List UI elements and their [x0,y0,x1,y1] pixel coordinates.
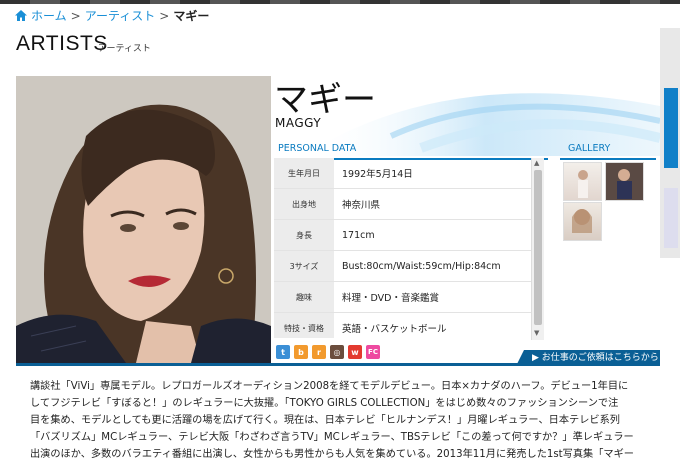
table-row: 特技・資格 英語・バスケットボール [274,313,544,338]
breadcrumb-separator: > [159,8,170,23]
breadcrumb-artist-link[interactable]: アーティスト [85,7,156,24]
table-row: 趣味 料理・DVD・音楽鑑賞 [274,282,544,313]
personal-data-heading: PERSONAL DATA [274,140,548,160]
row-value: 171cm [342,229,375,241]
rss-icon[interactable]: r [312,345,326,359]
bio-line: 目を集め、モデルとしても更に活躍の場を広げて行く。現在は、日本テレビ「ヒルナンデ… [30,415,620,426]
page-title: ARTISTS [16,32,108,55]
contact-button-label: ▶ お仕事のご依頼はこちらから [532,353,659,363]
top-bar [0,0,680,4]
artist-name-ja: マギー [274,80,376,120]
bio-line: 「バズリズム」MCレギュラー、テレビ大阪「わざわざ言うTV」MCレギュラー、TB… [30,432,634,443]
breadcrumb: ホーム > アーティスト > マギー [14,7,209,24]
instagram-icon[interactable]: ◎ [330,345,344,359]
row-value: 英語・バスケットボール [342,324,447,335]
scrollbar-thumb[interactable] [534,170,542,325]
artist-name-en: MAGGY [275,116,322,130]
scroll-up-arrow-icon[interactable]: ▲ [534,159,539,167]
breadcrumb-separator: > [70,8,81,23]
row-label: 生年月日 [274,158,334,188]
home-icon[interactable] [14,9,28,22]
gallery-thumb-2[interactable] [605,162,644,201]
twitter-icon[interactable]: t [276,345,290,359]
fc-icon[interactable]: FC [366,345,380,359]
table-row: 3サイズ Bust:80cm/Waist:59cm/Hip:84cm [274,251,544,282]
bio-line: 出演のほか、多数のバラエティ番組に出演し、女性からも男性からも人気を集めている。… [30,449,634,460]
contact-button[interactable]: ▶ お仕事のご依頼はこちらから [516,350,660,366]
personal-data-table: 生年月日 1992年5月14日 出身地 神奈川県 身長 171cm 3サイズ B… [274,158,544,338]
breadcrumb-home-link[interactable]: ホーム [31,7,67,24]
gallery-thumb-3[interactable] [563,202,602,241]
row-label: 特技・資格 [274,313,334,338]
scroll-down-arrow-icon[interactable]: ▼ [534,329,539,337]
row-label: 趣味 [274,282,334,312]
personal-data-scrollbar[interactable]: ▲ ▼ [531,158,544,340]
weibo-icon[interactable]: w [348,345,362,359]
table-row: 出身地 神奈川県 [274,189,544,220]
side-panel-strip[interactable] [660,28,680,258]
gallery-thumb-1[interactable] [563,162,602,201]
gallery-heading: GALLERY [560,140,656,160]
row-value: Bust:80cm/Waist:59cm/Hip:84cm [342,260,501,272]
row-label: 出身地 [274,189,334,219]
bio-line: してフジテレビ「すぼると！」のレギュラーに大抜擢。「TOKYO GIRLS CO… [30,398,619,409]
social-links: t b r ◎ w FC [276,345,380,359]
page-subtitle: アーティスト [98,44,151,54]
table-row: 身長 171cm [274,220,544,251]
artist-photo [16,76,271,363]
row-value: 神奈川県 [342,200,381,211]
breadcrumb-current: マギー [173,9,210,23]
bio-line: 講談社「ViVi」専属モデル。レプロガールズオーディション2008を経てモデルデ… [30,381,629,392]
table-row: 生年月日 1992年5月14日 [274,158,544,189]
row-label: 3サイズ [274,251,334,281]
blog-icon[interactable]: b [294,345,308,359]
row-value: 料理・DVD・音楽鑑賞 [342,293,439,304]
artist-bio: 講談社「ViVi」専属モデル。レプロガールズオーディション2008を経てモデルデ… [30,378,650,463]
row-label: 身長 [274,220,334,250]
row-value: 1992年5月14日 [342,169,413,180]
